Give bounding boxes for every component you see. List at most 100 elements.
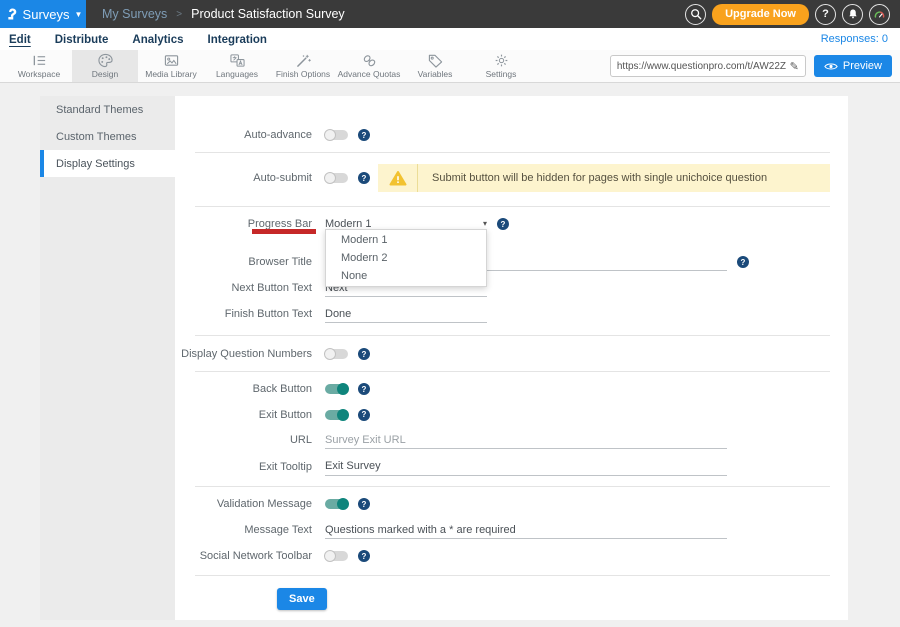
product-switcher[interactable]: Surveys ▼	[0, 0, 86, 28]
display-question-numbers-toggle[interactable]	[325, 349, 348, 359]
edit-toolbar: Workspace Design Media Library Languages	[0, 50, 900, 83]
sidebar-item-custom-themes[interactable]: Custom Themes	[40, 123, 175, 150]
divider	[195, 206, 830, 207]
help-icon[interactable]: ?	[737, 256, 749, 268]
design-content: Standard Themes Custom Themes Display Se…	[0, 96, 900, 620]
top-header-bar: Surveys ▼ My Surveys > Product Satisfact…	[0, 0, 900, 28]
back-button-label: Back Button	[175, 383, 325, 395]
toolbar-item-workspace[interactable]: Workspace	[6, 50, 72, 82]
sidebar-item-display-settings[interactable]: Display Settings	[40, 150, 175, 177]
exit-button-toggle[interactable]	[325, 410, 348, 420]
browser-title-row: Browser Title ?	[175, 249, 848, 275]
next-button-text-label: Next Button Text	[175, 282, 325, 294]
toolbar-item-variables[interactable]: Variables	[402, 50, 468, 82]
display-question-numbers-row: Display Question Numbers ?	[175, 341, 848, 367]
toolbar-item-settings[interactable]: Settings	[468, 50, 534, 82]
tab-edit[interactable]: Edit	[9, 32, 31, 47]
divider	[195, 335, 830, 336]
finish-button-text-label: Finish Button Text	[175, 308, 325, 320]
eye-icon	[824, 62, 838, 71]
tab-integration[interactable]: Integration	[208, 32, 267, 47]
social-network-toolbar-label: Social Network Toolbar	[175, 550, 325, 562]
dropdown-option-modern-2[interactable]: Modern 2	[326, 249, 486, 267]
toolbar-item-design[interactable]: Design	[72, 50, 138, 82]
help-icon[interactable]: ?	[358, 348, 370, 360]
tab-analytics[interactable]: Analytics	[132, 32, 183, 47]
auto-submit-row: Auto-submit ? Submit button will be hidd…	[175, 158, 848, 198]
exit-url-input[interactable]	[325, 431, 727, 449]
help-icon[interactable]: ?	[358, 129, 370, 141]
sidebar-item-standard-themes[interactable]: Standard Themes	[40, 96, 175, 123]
header-actions: Upgrade Now ?	[685, 4, 900, 25]
help-icon[interactable]: ?	[358, 383, 370, 395]
auto-submit-label: Auto-submit	[175, 172, 325, 184]
divider	[195, 486, 830, 487]
exit-tooltip-label: Exit Tooltip	[175, 461, 325, 473]
validation-message-label: Validation Message	[175, 498, 325, 510]
progress-bar-dropdown: Modern 1 Modern 2 None	[325, 229, 487, 287]
auto-submit-toggle[interactable]	[325, 173, 348, 183]
finish-button-text-input[interactable]	[325, 305, 487, 323]
gauge-icon	[873, 8, 886, 21]
design-icon	[97, 53, 114, 68]
finish-button-text-row: Finish Button Text	[175, 301, 848, 327]
chevron-down-icon: ▼	[75, 10, 83, 19]
settings-icon	[493, 53, 510, 68]
validation-message-toggle[interactable]	[325, 499, 348, 509]
help-icon[interactable]: ?	[497, 218, 509, 230]
help-icon[interactable]: ?	[358, 498, 370, 510]
save-button[interactable]: Save	[277, 588, 327, 610]
breadcrumb-my-surveys[interactable]: My Surveys	[102, 7, 167, 21]
chevron-down-icon: ▾	[483, 219, 487, 228]
variables-icon	[427, 53, 444, 68]
workspace-icon	[31, 53, 48, 68]
page-title: Product Satisfaction Survey	[191, 7, 345, 21]
breadcrumb: My Surveys > Product Satisfaction Survey	[102, 7, 345, 21]
upgrade-now-button[interactable]: Upgrade Now	[712, 4, 809, 25]
warning-triangle-icon	[378, 164, 418, 192]
help-icon[interactable]: ?	[358, 409, 370, 421]
back-button-toggle[interactable]	[325, 384, 348, 394]
toolbar-item-media-library[interactable]: Media Library	[138, 50, 204, 82]
auto-submit-warning: Submit button will be hidden for pages w…	[378, 164, 830, 192]
toolbar-item-languages[interactable]: Languages	[204, 50, 270, 82]
social-network-toolbar-toggle[interactable]	[325, 551, 348, 561]
responses-count[interactable]: Responses: 0	[821, 33, 888, 45]
questionpro-logo-icon	[4, 6, 18, 22]
annotation-underline	[252, 229, 316, 234]
dropdown-option-none[interactable]: None	[326, 267, 486, 285]
auto-advance-row: Auto-advance ?	[175, 122, 848, 148]
divider	[195, 152, 830, 153]
help-icon[interactable]: ?	[358, 550, 370, 562]
auto-advance-toggle[interactable]	[325, 130, 348, 140]
search-button[interactable]	[685, 4, 706, 25]
validation-message-row: Validation Message ?	[175, 491, 848, 517]
design-sidebar: Standard Themes Custom Themes Display Se…	[40, 96, 175, 620]
edit-url-icon[interactable]: ✎	[790, 60, 799, 73]
finish-options-icon	[295, 53, 312, 68]
notifications-button[interactable]	[842, 4, 863, 25]
question-mark-icon: ?	[822, 8, 829, 20]
toolbar-item-advance-quotas[interactable]: Advance Quotas	[336, 50, 402, 82]
social-network-toolbar-row: Social Network Toolbar ?	[175, 543, 848, 569]
display-settings-panel: Auto-advance ? Auto-submit ? Submit butt…	[175, 96, 848, 620]
tab-distribute[interactable]: Distribute	[55, 32, 109, 47]
media-library-icon	[163, 53, 180, 68]
message-text-label: Message Text	[175, 524, 325, 536]
help-icon[interactable]: ?	[358, 172, 370, 184]
bell-icon	[847, 8, 859, 20]
exit-tooltip-input[interactable]	[325, 458, 727, 476]
help-button[interactable]: ?	[815, 4, 836, 25]
dropdown-option-modern-1[interactable]: Modern 1	[326, 231, 486, 249]
warning-text: Submit button will be hidden for pages w…	[418, 172, 767, 184]
message-text-input[interactable]	[325, 521, 727, 539]
auto-advance-label: Auto-advance	[175, 129, 325, 141]
exit-url-label: URL	[175, 434, 325, 446]
toolbar-right: ✎ Preview	[610, 50, 900, 82]
toolbar-item-finish-options[interactable]: Finish Options	[270, 50, 336, 82]
survey-url-input[interactable]	[617, 61, 786, 72]
save-row: Save	[175, 588, 848, 610]
account-usage-button[interactable]	[869, 4, 890, 25]
preview-button[interactable]: Preview	[814, 55, 892, 77]
display-question-numbers-label: Display Question Numbers	[175, 348, 325, 360]
